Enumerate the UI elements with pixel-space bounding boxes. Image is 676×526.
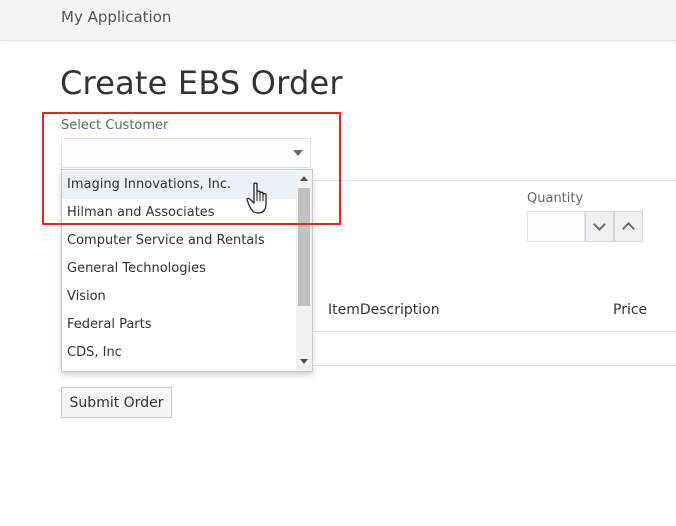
scroll-down-icon[interactable] xyxy=(300,359,308,364)
scrollbar-thumb[interactable] xyxy=(298,188,310,306)
customer-dropdown-list[interactable]: Imaging Innovations, Inc. Hilman and Ass… xyxy=(61,169,313,372)
chevron-down-icon[interactable] xyxy=(293,150,303,156)
customer-option[interactable]: Computer Service and Rentals xyxy=(62,227,296,255)
chevron-down-icon xyxy=(593,218,606,231)
scroll-up-icon[interactable] xyxy=(300,176,308,181)
page-title: Create EBS Order xyxy=(60,64,343,102)
customer-option[interactable]: Federal Parts xyxy=(62,311,296,339)
quantity-increment-button[interactable] xyxy=(614,211,643,242)
chevron-up-icon xyxy=(622,222,635,235)
column-header-item-description[interactable]: ItemDescription xyxy=(328,302,440,318)
submit-order-button[interactable]: Submit Order xyxy=(61,387,172,418)
quantity-label: Quantity xyxy=(527,191,584,206)
quantity-input[interactable] xyxy=(527,211,585,242)
column-header-price[interactable]: Price xyxy=(613,302,647,318)
hand-pointer-icon xyxy=(246,182,267,214)
customer-option[interactable]: CDS, Inc xyxy=(62,339,296,367)
customer-option[interactable]: General Technologies xyxy=(62,255,296,283)
select-customer-label: Select Customer xyxy=(61,118,169,133)
dropdown-scrollbar[interactable] xyxy=(296,170,312,371)
customer-select[interactable] xyxy=(61,138,311,168)
quantity-decrement-button[interactable] xyxy=(585,211,614,242)
app-title: My Application xyxy=(61,8,172,26)
customer-option[interactable]: Vision xyxy=(62,283,296,311)
app-header: My Application xyxy=(0,0,676,41)
